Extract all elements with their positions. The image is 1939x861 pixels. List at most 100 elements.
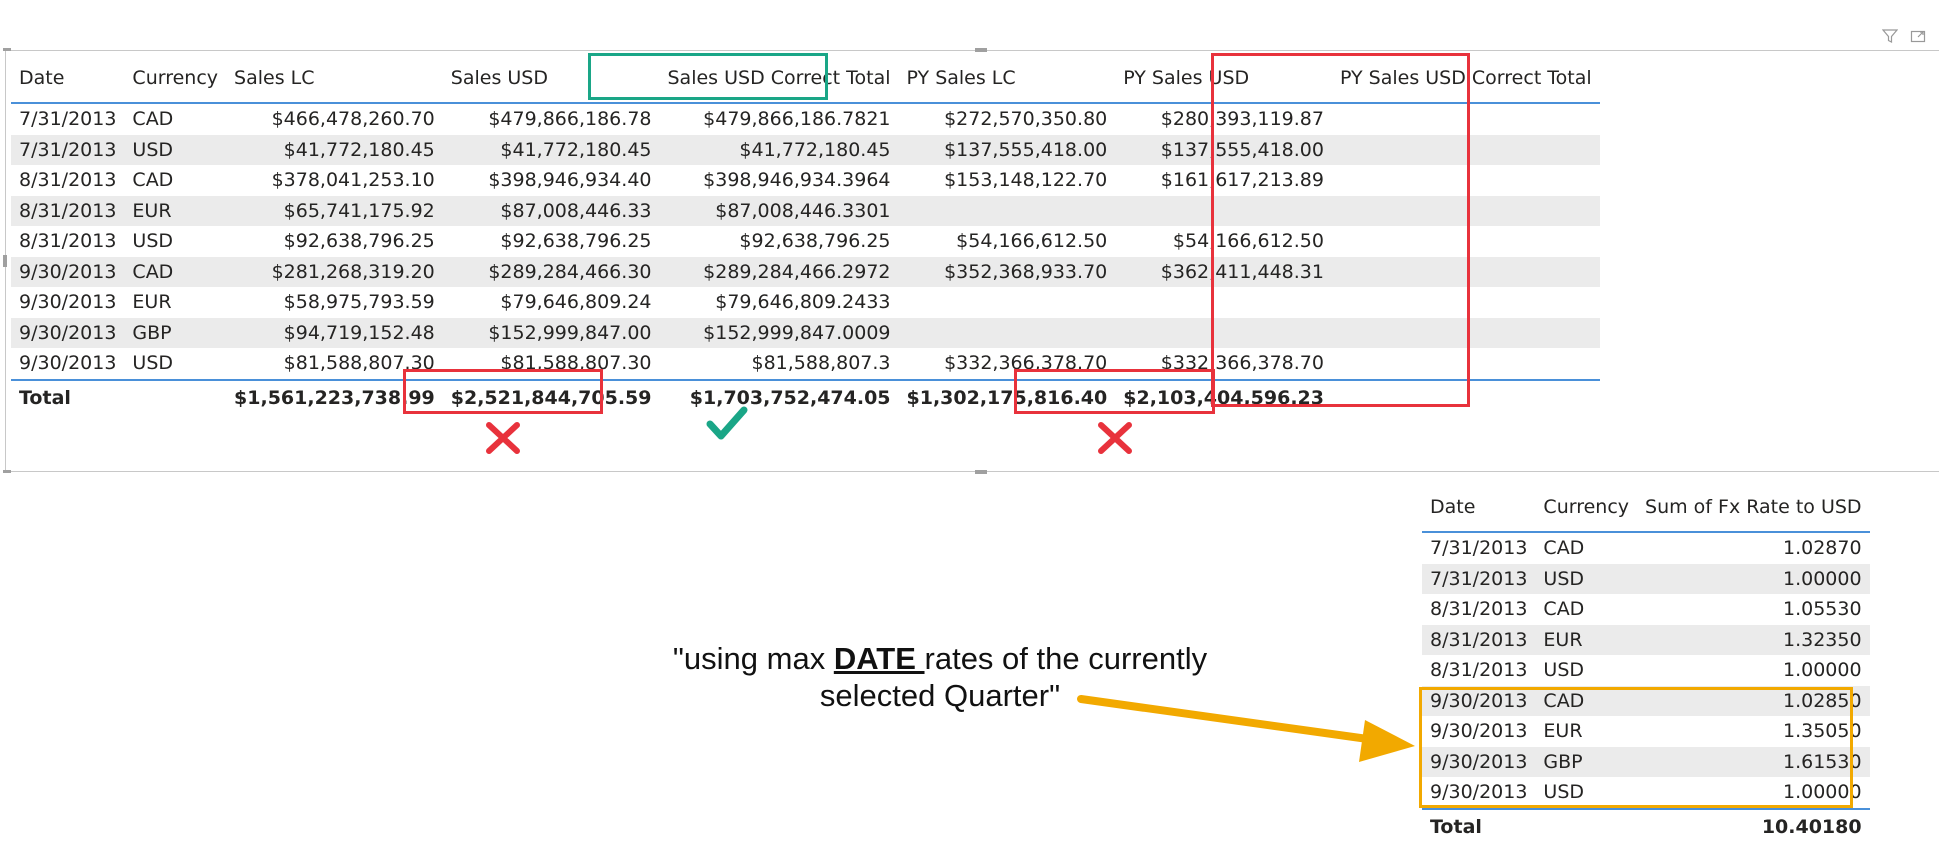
table-cell: $153,148,122.70	[944, 169, 1108, 192]
col-header-py-sales-usd-correct-total[interactable]: PY Sales USD Correct Total	[1331, 54, 1600, 104]
table-cell	[1332, 165, 1600, 196]
col-header-date[interactable]: Date	[11, 54, 125, 104]
fx-rate-table: Date Currency Sum of Fx Rate to USD 7/31…	[1422, 483, 1870, 844]
filter-icon[interactable]	[1881, 28, 1899, 46]
col-header-sales-usd-correct-total[interactable]: Sales USD Correct Total	[659, 54, 899, 104]
table-cell: $289,284,466.2972	[659, 256, 899, 287]
table-cell: $362,411,448.31	[1115, 256, 1332, 287]
table-cell: 1.32350	[1637, 624, 1870, 655]
table-cell	[1331, 256, 1600, 287]
col-header-currency[interactable]: Currency	[124, 54, 227, 104]
table-cell: $92,638,796.25	[739, 230, 891, 253]
table-row[interactable]: 9/30/2013 CAD $281,268,319.20 $289,284,466.…	[11, 256, 1600, 287]
table-row[interactable]: 7/31/2013 CAD 1.02870	[1422, 532, 1870, 564]
sales-matrix-table: Date Currency Sales LC Sales USD Sales U…	[11, 54, 1600, 415]
col-header-fx-rate[interactable]: Sum of Fx Rate to USD	[1637, 483, 1870, 533]
table-row[interactable]: 8/31/2013 EUR $65,741,175.92 $87,008,446.33…	[11, 195, 1600, 226]
total-row: Total $1,561,223,738.99 $2,521,844,705.59 $…	[11, 378, 1600, 415]
table-cell: 8/31/2013	[1422, 624, 1536, 655]
table-cell: $81,588,807.30	[283, 352, 435, 375]
table-cell	[1332, 287, 1600, 318]
table-row[interactable]: 9/30/2013 USD 1.00000	[1422, 777, 1870, 809]
table-cell: $79,646,809.24	[500, 291, 652, 314]
table-row[interactable]: 7/31/2013 USD $41,772,180.45 $41,772,180.45…	[11, 134, 1600, 165]
resize-handle-top[interactable]	[975, 48, 987, 52]
table-cell: USD	[132, 230, 174, 253]
annotation-text: "using max DATE rates of the currently s…	[672, 641, 1208, 713]
resize-handle-corner-bl[interactable]	[3, 470, 11, 473]
table-cell: $41,772,180.45	[659, 134, 899, 165]
table-row[interactable]: 9/30/2013 GBP 1.61530	[1422, 746, 1870, 777]
table-row[interactable]: 9/30/2013 EUR $58,975,793.59 $79,646,809.24…	[11, 287, 1600, 318]
table-row[interactable]: 7/31/2013 CAD $466,478,260.70 $479,866,186.…	[11, 103, 1600, 135]
table-cell: EUR	[1535, 624, 1638, 655]
total-cell: Total	[1422, 807, 1536, 844]
wrong-mark-icon	[486, 422, 520, 454]
table-cell	[898, 317, 1116, 348]
table-header-row: Date Currency Sum of Fx Rate to USD	[1422, 483, 1870, 533]
table-row[interactable]: 7/31/2013 USD 1.00000	[1422, 563, 1870, 594]
table-cell: EUR	[132, 291, 172, 314]
table-cell: $398,946,934.40	[488, 169, 652, 192]
table-cell	[1115, 317, 1332, 348]
table-row[interactable]: 8/31/2013 CAD $378,041,253.10 $398,946,934.…	[11, 165, 1600, 196]
table-cell	[1115, 287, 1332, 318]
table-cell: 9/30/2013	[11, 256, 125, 287]
table-cell: $92,638,796.25	[500, 230, 652, 253]
table-cell: $281,268,319.20	[226, 256, 443, 287]
table-cell: 1.05530	[1783, 598, 1862, 621]
col-header-date[interactable]: Date	[1422, 483, 1536, 533]
resize-handle-corner-tl[interactable]	[3, 48, 11, 51]
table-cell: CAD	[1535, 685, 1638, 716]
table-cell: GBP	[124, 317, 227, 348]
table-cell	[1332, 226, 1600, 257]
table-row[interactable]: 8/31/2013 EUR 1.32350	[1422, 624, 1870, 655]
table-cell: $289,284,466.30	[442, 256, 660, 287]
table-cell	[898, 195, 1116, 226]
table-cell: 9/30/2013	[11, 317, 125, 348]
table-cell: CAD	[132, 108, 174, 131]
table-cell: 1.35050	[1783, 720, 1862, 743]
visual-header-icons	[1881, 28, 1927, 46]
table-row[interactable]: 9/30/2013 CAD 1.02850	[1422, 685, 1870, 716]
table-cell: $79,646,809.2433	[715, 291, 891, 314]
col-header-py-sales-lc[interactable]: PY Sales LC	[898, 54, 1116, 104]
table-cell: $137,555,418.00	[1115, 134, 1332, 165]
col-header-sales-lc[interactable]: Sales LC	[226, 54, 443, 104]
table-cell: $152,999,847.0009	[659, 317, 899, 348]
table-cell: USD	[1543, 781, 1585, 804]
table-cell	[1332, 348, 1600, 380]
table-row[interactable]: 8/31/2013 USD 1.00000	[1422, 655, 1870, 686]
table-row[interactable]: 9/30/2013 GBP $94,719,152.48 $152,999,847.0…	[11, 317, 1600, 348]
table-cell: $81,588,807.30	[500, 352, 652, 375]
table-row[interactable]: 9/30/2013 EUR 1.35050	[1422, 716, 1870, 747]
table-cell: 7/31/2013	[19, 108, 117, 131]
table-cell: 9/30/2013	[1422, 746, 1536, 777]
focus-mode-icon[interactable]	[1909, 28, 1927, 46]
table-cell: CAD	[124, 256, 227, 287]
table-row[interactable]: 8/31/2013 USD $92,638,796.25 $92,638,796.25…	[11, 226, 1600, 257]
table-row[interactable]: 8/31/2013 CAD 1.05530	[1422, 594, 1870, 625]
table-cell	[1331, 195, 1600, 226]
table-cell: $280,393,119.87	[1160, 108, 1324, 131]
total-cell	[124, 378, 227, 415]
table-cell	[1331, 317, 1600, 348]
table-row[interactable]: 9/30/2013 USD $81,588,807.30 $81,588,807.30…	[11, 348, 1600, 380]
table-cell: $479,866,186.78	[488, 108, 652, 131]
col-header-currency[interactable]: Currency	[1535, 483, 1638, 533]
table-cell: $332,366,378.70	[1160, 352, 1324, 375]
table-cell: 8/31/2013	[1430, 659, 1528, 682]
col-header-sales-usd[interactable]: Sales USD	[442, 54, 660, 104]
resize-handle-left[interactable]	[3, 255, 7, 267]
col-header-py-sales-usd[interactable]: PY Sales USD	[1115, 54, 1332, 104]
table-cell: $87,008,446.33	[442, 195, 660, 226]
table-cell: CAD	[1543, 598, 1585, 621]
table-cell: 7/31/2013	[1422, 563, 1536, 594]
table-cell: 9/30/2013	[1422, 685, 1536, 716]
table-cell: $152,999,847.00	[442, 317, 660, 348]
resize-handle-bottom[interactable]	[975, 470, 987, 474]
total-cell: $1,703,752,474.05	[659, 378, 899, 415]
table-cell: 7/31/2013	[1430, 537, 1528, 560]
table-cell: $332,366,378.70	[944, 352, 1108, 375]
check-mark-icon	[706, 406, 748, 440]
